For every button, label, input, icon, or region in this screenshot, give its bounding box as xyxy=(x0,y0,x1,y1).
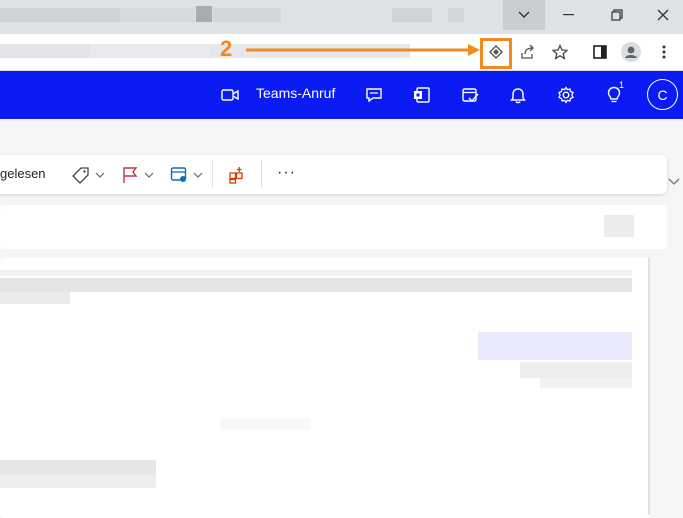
rules-button[interactable] xyxy=(170,166,203,184)
blurred-text-line xyxy=(0,278,632,292)
share-button[interactable] xyxy=(516,40,540,64)
flag-icon xyxy=(123,167,138,183)
tips-badge: 1 xyxy=(619,80,625,90)
chat-button[interactable] xyxy=(362,83,386,107)
gear-icon xyxy=(558,86,574,104)
blurred-text-line xyxy=(540,378,632,388)
office-icon xyxy=(414,87,430,103)
bell-icon xyxy=(510,88,526,104)
blurred-text-line xyxy=(0,474,156,488)
notifications-button[interactable] xyxy=(506,83,530,107)
profile-button[interactable] xyxy=(619,40,643,64)
highlight-box xyxy=(480,38,512,69)
apps-button[interactable] xyxy=(228,166,246,184)
star-icon xyxy=(552,44,568,60)
browser-menu-button[interactable] xyxy=(652,40,676,64)
outlook-header: Teams-Anruf 1 C xyxy=(0,71,683,119)
account-avatar[interactable]: C xyxy=(647,79,678,110)
blurred-text-line xyxy=(0,460,156,474)
calendar-check-button[interactable] xyxy=(458,83,482,107)
minimize-button[interactable] xyxy=(546,0,592,30)
flag-button[interactable] xyxy=(122,166,154,184)
close-button[interactable] xyxy=(640,0,683,30)
ribbon-divider xyxy=(261,160,262,188)
calendar-settings-icon xyxy=(170,167,187,182)
profile-icon xyxy=(621,42,641,62)
step-number-label: 2 xyxy=(220,36,233,61)
calendar-check-icon xyxy=(462,88,479,103)
chevron-down-icon xyxy=(518,11,530,18)
mark-read-button[interactable]: gelesen xyxy=(0,166,46,181)
kebab-menu-icon xyxy=(662,45,666,59)
blurred-action xyxy=(604,215,634,237)
teams-call-button[interactable] xyxy=(218,83,242,107)
chevron-down-icon xyxy=(193,172,203,178)
office-apps-button[interactable] xyxy=(410,83,434,107)
blurred-text-line xyxy=(0,270,632,276)
close-icon xyxy=(657,9,669,21)
message-subject-bar xyxy=(0,205,667,249)
categorize-button[interactable] xyxy=(72,166,105,184)
message-body-card xyxy=(0,258,650,518)
ribbon-divider xyxy=(212,160,213,188)
teams-call-label[interactable]: Teams-Anruf xyxy=(256,85,335,101)
tab-search-button[interactable] xyxy=(503,0,545,30)
side-panel-button[interactable] xyxy=(588,40,612,64)
restore-button[interactable] xyxy=(594,0,640,30)
video-camera-icon xyxy=(221,89,239,101)
chevron-down-icon xyxy=(95,172,105,178)
chevron-down-icon xyxy=(144,172,154,178)
more-options-button[interactable]: ··· xyxy=(277,164,296,182)
blurred-tab-title xyxy=(0,8,120,22)
blurred-url[interactable] xyxy=(90,44,210,58)
blurred-tab-title xyxy=(448,8,464,22)
minimize-icon xyxy=(563,14,574,16)
blurred-tab-icon xyxy=(196,6,212,22)
chat-icon xyxy=(366,88,382,103)
side-panel-icon xyxy=(593,45,607,59)
blurred-text-line xyxy=(520,362,632,378)
apps-add-icon xyxy=(229,167,243,184)
blurred-text-line xyxy=(0,292,70,304)
callout-arrow xyxy=(246,44,480,56)
blurred-url[interactable] xyxy=(0,44,90,58)
blurred-tab-title xyxy=(213,8,281,22)
browser-title-bar xyxy=(0,0,683,34)
chevron-down-icon[interactable] xyxy=(668,178,680,186)
blurred-tab-title xyxy=(120,8,195,22)
scrollbar[interactable] xyxy=(648,258,650,515)
blurred-badge xyxy=(478,332,632,360)
blurred-text-line xyxy=(220,418,310,430)
restore-icon xyxy=(611,9,623,21)
blurred-tab-title xyxy=(392,8,432,22)
settings-button[interactable] xyxy=(554,83,578,107)
tag-icon xyxy=(72,167,89,184)
share-icon xyxy=(521,44,534,59)
bookmark-button[interactable] xyxy=(548,40,572,64)
